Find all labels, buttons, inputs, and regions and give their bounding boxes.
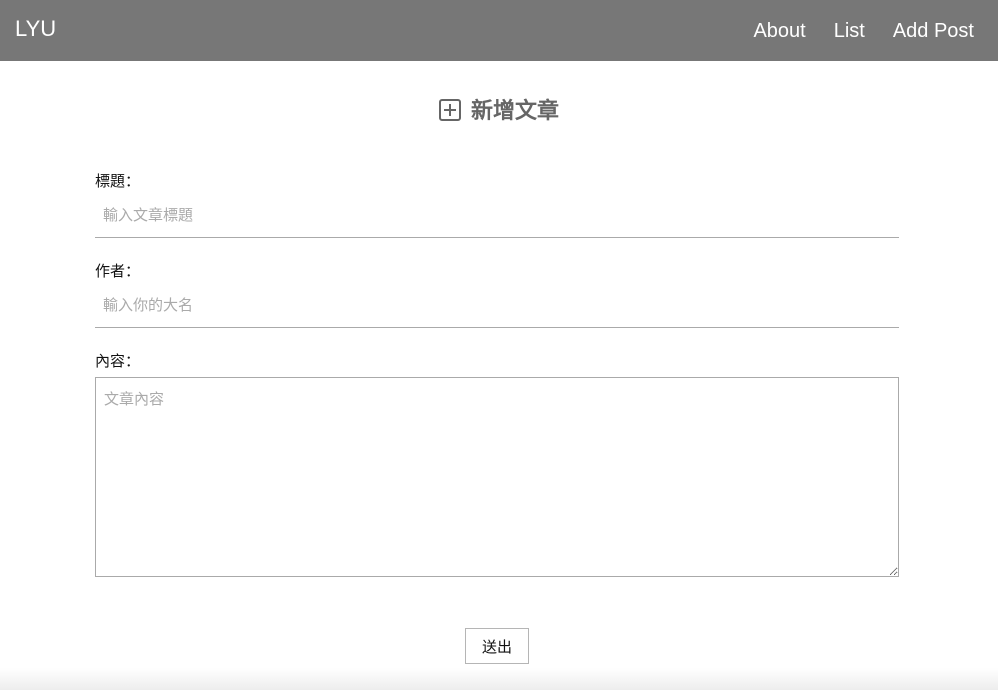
bottom-shadow	[0, 668, 998, 690]
content-label: 內容：	[95, 352, 141, 370]
plus-square-icon	[438, 99, 461, 121]
page-title: 新增文章	[0, 95, 998, 129]
nav-link-about[interactable]: About	[753, 16, 805, 46]
nav-links: About List Add Post	[753, 16, 974, 46]
submit-button[interactable]: 送出	[465, 628, 529, 664]
author-input[interactable]	[95, 282, 899, 328]
post-form: 標題： 作者： 內容：	[95, 170, 899, 577]
brand-logo[interactable]: LYU	[15, 14, 56, 44]
navbar: LYU About List Add Post	[0, 0, 998, 61]
content-textarea[interactable]	[95, 377, 899, 577]
page-title-text: 新增文章	[470, 99, 559, 124]
title-label: 標題：	[95, 172, 141, 190]
nav-link-list[interactable]: List	[834, 16, 865, 46]
nav-link-add-post[interactable]: Add Post	[893, 16, 974, 46]
author-label: 作者：	[95, 262, 141, 280]
title-input[interactable]	[95, 192, 899, 238]
